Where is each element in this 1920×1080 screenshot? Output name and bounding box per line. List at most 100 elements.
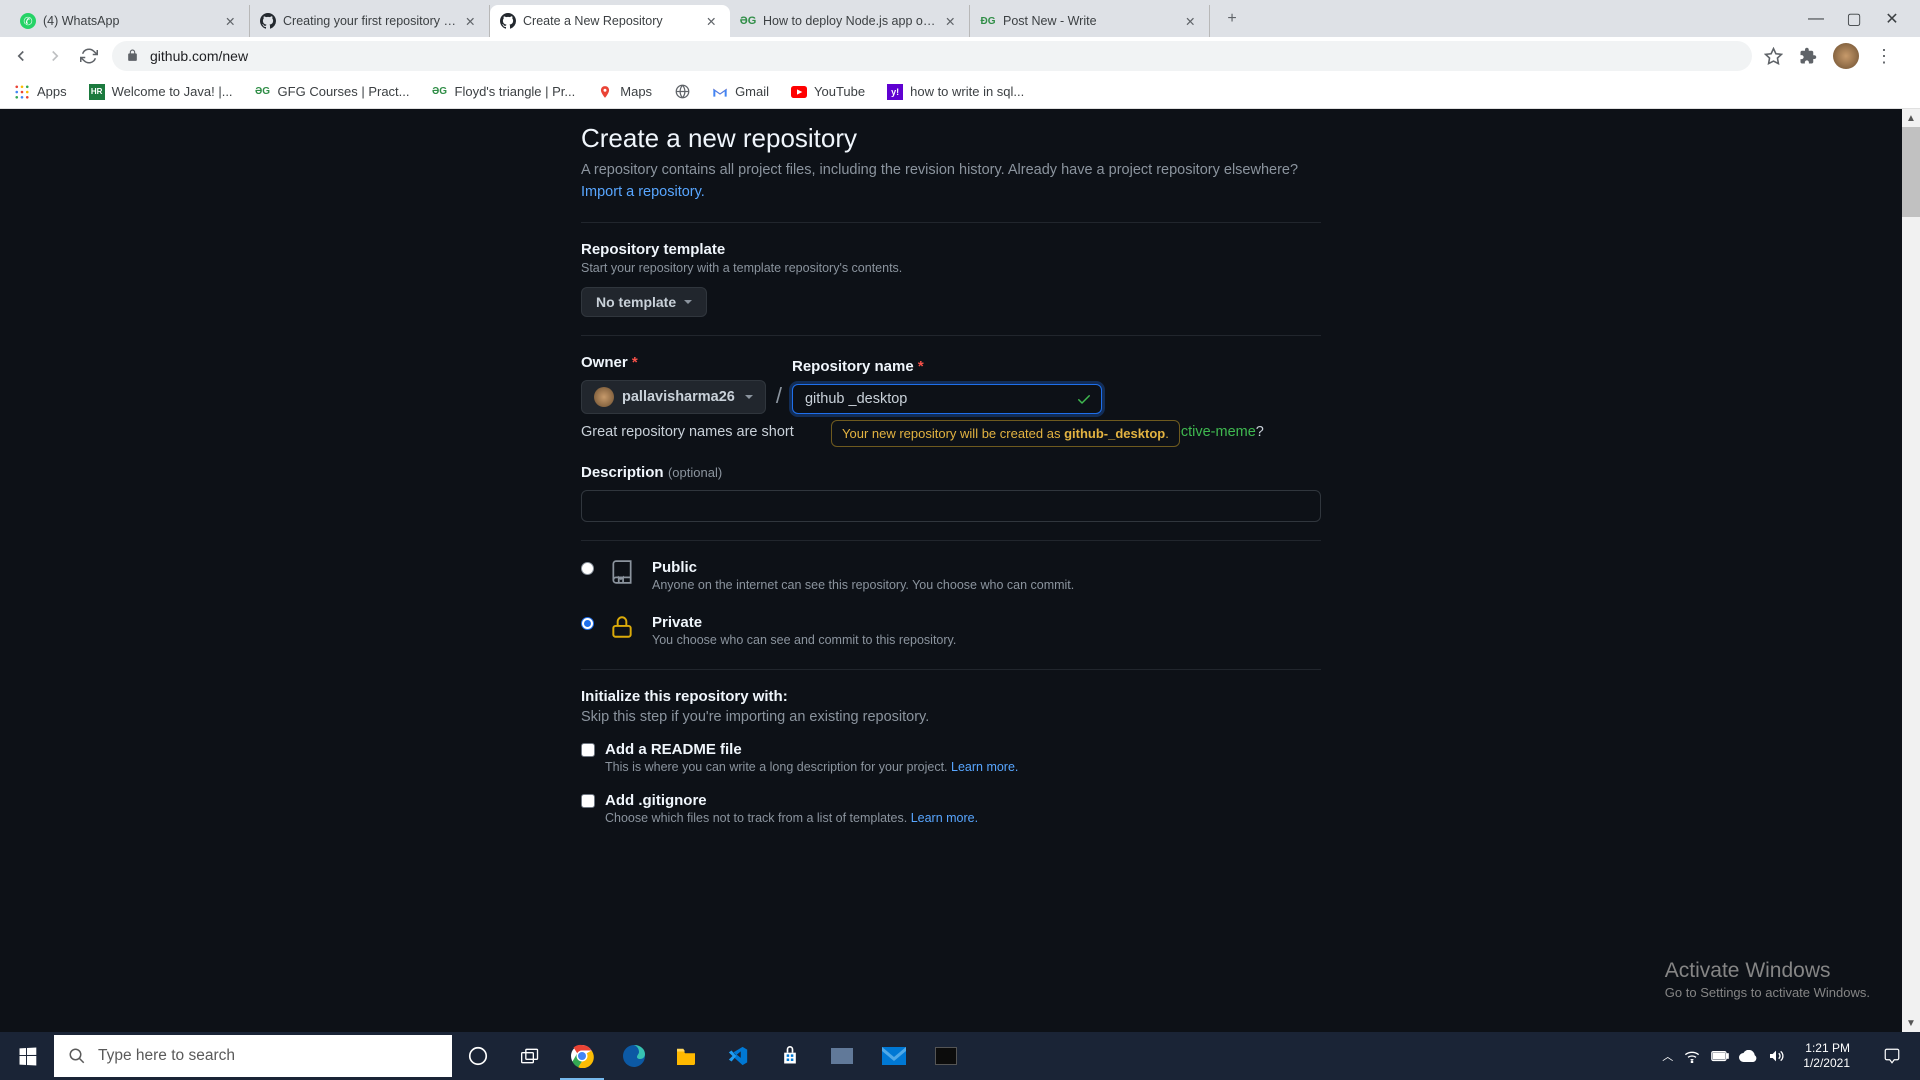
bookmark-apps[interactable]: Apps <box>14 84 67 100</box>
youtube-icon <box>791 84 807 100</box>
browser-chrome: ✆ (4) WhatsApp ✕ Creating your first rep… <box>0 0 1920 109</box>
scroll-up-icon[interactable]: ▲ <box>1902 109 1920 127</box>
close-icon[interactable]: ✕ <box>1185 14 1199 28</box>
gitignore-checkbox[interactable] <box>581 794 595 808</box>
task-view-icon[interactable] <box>504 1032 556 1080</box>
gmail-icon <box>712 84 728 100</box>
onedrive-icon[interactable] <box>1739 1047 1757 1065</box>
divider <box>581 335 1321 336</box>
page-subtitle: A repository contains all project files,… <box>581 160 1321 204</box>
windows-icon <box>19 1047 36 1065</box>
close-icon[interactable]: ✕ <box>465 14 479 28</box>
tab-title: Post New - Write <box>1003 14 1178 28</box>
back-button[interactable] <box>10 45 32 67</box>
chrome-icon[interactable] <box>556 1032 608 1080</box>
new-tab-button[interactable]: + <box>1218 5 1246 33</box>
system-tray: ︿ 1:21 PM 1/2/2021 <box>1662 1032 1920 1080</box>
private-radio[interactable] <box>581 617 594 630</box>
close-icon[interactable]: ✕ <box>225 14 239 28</box>
explorer-icon[interactable] <box>660 1032 712 1080</box>
taskbar: Type here to search ︿ 1:21 PM 1/2/2021 <box>0 1032 1920 1080</box>
gitignore-title: Add .gitignore <box>605 792 978 809</box>
scroll-thumb[interactable] <box>1902 127 1920 217</box>
divider <box>581 222 1321 223</box>
name-hint: Great repository names are short Your ne… <box>581 424 1321 440</box>
bookmark-sql[interactable]: y!how to write in sql... <box>887 84 1024 100</box>
notifications-icon[interactable] <box>1868 1032 1916 1080</box>
forward-button[interactable] <box>44 45 66 67</box>
battery-icon[interactable] <box>1711 1047 1729 1065</box>
cortana-icon[interactable] <box>452 1032 504 1080</box>
owner-avatar <box>594 387 614 407</box>
window-controls: — ▢ ✕ <box>1806 9 1920 29</box>
app-icon[interactable] <box>816 1032 868 1080</box>
store-icon[interactable] <box>764 1032 816 1080</box>
vscode-icon[interactable] <box>712 1032 764 1080</box>
menu-icon[interactable]: ⋮ <box>1875 46 1893 67</box>
init-label: Initialize this repository with: <box>581 688 1321 705</box>
import-repo-link[interactable]: Import a repository. <box>581 184 705 200</box>
minimize-button[interactable]: — <box>1806 9 1826 29</box>
bookmark-floyd[interactable]: ƏGFloyd's triangle | Pr... <box>432 84 576 100</box>
lock-icon <box>126 49 140 63</box>
private-title: Private <box>652 614 956 631</box>
tab-heroku-guide[interactable]: ƏG How to deploy Node.js app on H ✕ <box>730 5 970 37</box>
bookmark-maps[interactable]: Maps <box>597 84 652 100</box>
description-label: Description <box>581 464 664 481</box>
template-select[interactable]: No template <box>581 287 707 317</box>
owner-select[interactable]: pallavisharma26 <box>581 380 766 414</box>
tab-post-new[interactable]: ĐG Post New - Write ✕ <box>970 5 1210 37</box>
learn-more-link[interactable]: Learn more. <box>911 811 978 825</box>
edge-icon[interactable] <box>608 1032 660 1080</box>
gfg-icon: ĐG <box>980 13 996 29</box>
readme-checkbox[interactable] <box>581 743 595 757</box>
learn-more-link[interactable]: Learn more. <box>951 760 1018 774</box>
volume-icon[interactable] <box>1767 1047 1785 1065</box>
bookmark-icon: HR <box>89 84 105 100</box>
start-button[interactable] <box>0 1032 54 1080</box>
mail-icon[interactable] <box>868 1032 920 1080</box>
extensions-icon[interactable] <box>1799 47 1817 65</box>
bookmark-gmail[interactable]: Gmail <box>712 84 769 100</box>
url-input[interactable]: github.com/new <box>112 41 1752 71</box>
profile-avatar[interactable] <box>1833 43 1859 69</box>
slash-separator: / <box>776 383 782 414</box>
taskbar-search[interactable]: Type here to search <box>54 1035 452 1077</box>
repo-name-input[interactable] <box>792 384 1102 414</box>
maximize-button[interactable]: ▢ <box>1844 9 1864 29</box>
tray-chevron-icon[interactable]: ︿ <box>1662 1048 1673 1064</box>
tab-github-guide[interactable]: Creating your first repository usin ✕ <box>250 5 490 37</box>
gfg-icon: ƏG <box>740 13 756 29</box>
public-radio[interactable] <box>581 562 594 575</box>
scroll-down-icon[interactable]: ▼ <box>1902 1014 1920 1032</box>
owner-label: Owner * <box>581 354 766 371</box>
gfg-icon: ƏG <box>432 84 448 100</box>
star-icon[interactable] <box>1764 47 1783 66</box>
gitignore-desc: Choose which files not to track from a l… <box>605 811 978 825</box>
page-title: Create a new repository <box>581 123 1321 154</box>
github-icon <box>500 13 516 29</box>
wifi-icon[interactable] <box>1683 1047 1701 1065</box>
close-icon[interactable]: ✕ <box>706 14 720 28</box>
readme-desc: This is where you can write a long descr… <box>605 760 1018 774</box>
description-input[interactable] <box>581 490 1321 522</box>
meme-suggestion[interactable]: ective-meme <box>1173 424 1256 440</box>
reload-button[interactable] <box>78 45 100 67</box>
bookmark-generic[interactable] <box>674 84 690 100</box>
terminal-icon[interactable] <box>920 1032 972 1080</box>
bookmark-youtube[interactable]: YouTube <box>791 84 865 100</box>
maps-icon <box>597 84 613 100</box>
scrollbar[interactable]: ▲ ▼ <box>1902 109 1920 1032</box>
tab-whatsapp[interactable]: ✆ (4) WhatsApp ✕ <box>10 5 250 37</box>
close-window-button[interactable]: ✕ <box>1882 9 1902 29</box>
clock[interactable]: 1:21 PM 1/2/2021 <box>1795 1041 1858 1071</box>
tab-title: Creating your first repository usin <box>283 14 458 28</box>
bookmark-gfg-courses[interactable]: ƏGGFG Courses | Pract... <box>255 84 410 100</box>
close-icon[interactable]: ✕ <box>945 14 959 28</box>
name-tooltip: Your new repository will be created as g… <box>831 420 1180 447</box>
apps-icon <box>14 84 30 100</box>
address-bar: github.com/new ⋮ <box>0 37 1920 75</box>
tab-github-new[interactable]: Create a New Repository ✕ <box>490 5 730 37</box>
bookmark-java[interactable]: HRWelcome to Java! |... <box>89 84 233 100</box>
private-desc: You choose who can see and commit to thi… <box>652 633 956 647</box>
